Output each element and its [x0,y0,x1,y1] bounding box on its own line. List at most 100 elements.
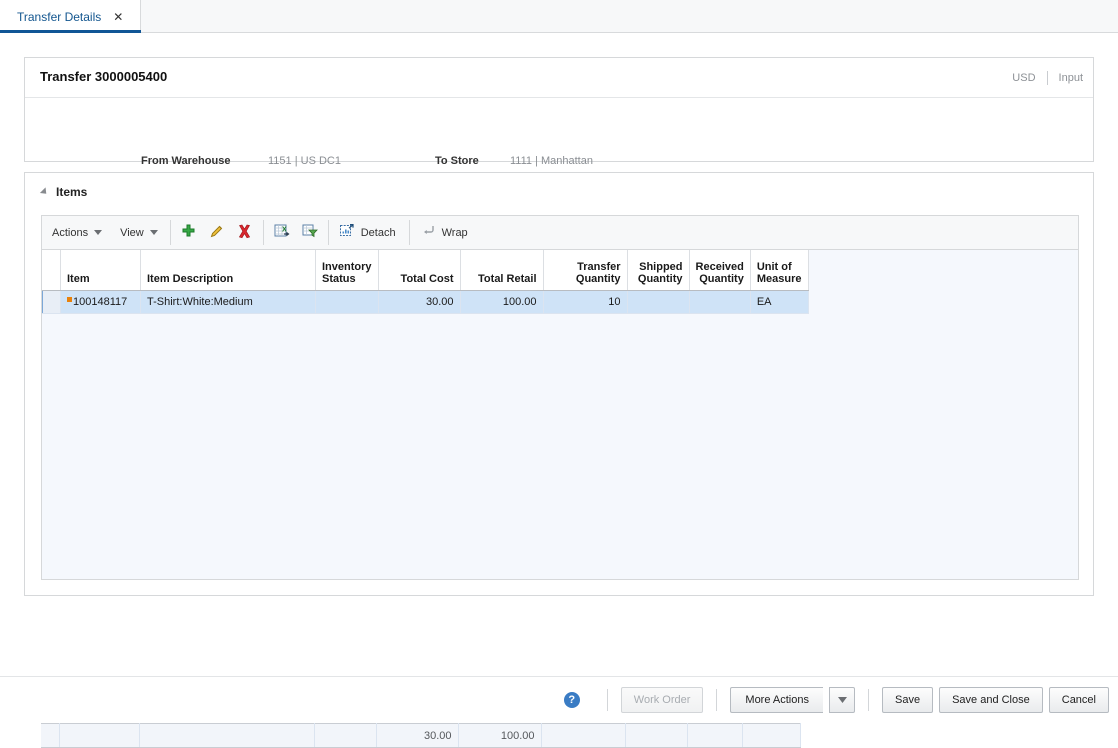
currency-value: USD [1012,72,1036,84]
from-warehouse-value: 1151 | US DC1 [268,155,341,167]
table-cell[interactable]: 30.00 [378,290,461,314]
items-grid-totals: 30.00 100.00 [41,723,1079,748]
save-button[interactable]: Save [882,686,934,713]
column-header[interactable]: Received Quantity [689,250,751,291]
chevron-down-icon [94,230,103,235]
meta-divider [1046,71,1048,85]
totals-cell [541,723,626,748]
totals-row: 30.00 100.00 [41,723,801,748]
actions-menu[interactable]: Actions [42,216,110,249]
totals-cell [314,723,377,748]
cancel-button[interactable]: Cancel [1048,686,1109,713]
items-toolbar: Actions View X Detach Wrap [41,215,1079,250]
table-cell[interactable]: 100148117 [60,290,141,314]
svg-text:X: X [282,227,287,234]
transfer-header-fields: From Warehouse 1151 | US DC1 To Store 11… [25,98,1093,167]
triangle-expanded-icon[interactable] [39,187,50,197]
table-header-row: Item Item Description Inventory Status Tota… [42,250,809,291]
tab-bar: Transfer Details ✕ [0,0,1118,33]
query-by-example-icon [302,223,318,242]
totals-cell: 30.00 [376,723,459,748]
footer-divider [606,688,608,711]
from-warehouse-label: From Warehouse [141,155,231,167]
wrap-button[interactable]: Wrap [414,220,477,246]
column-header[interactable]: Shipped Quantity [627,250,690,291]
header-meta: USD Input [1012,71,1083,85]
totals-cell [59,723,140,748]
more-actions-split-button: More Actions [730,686,855,713]
tab-label: Transfer Details [17,9,102,24]
footer-button-bar: ? Work Order More Actions Save Save and … [0,676,1118,722]
table-row[interactable]: 100148117 T-Shirt:White:Medium 30.00 100.00… [42,289,809,314]
column-header[interactable]: Item Description [140,250,316,291]
table-cell[interactable]: EA [750,290,809,314]
close-icon[interactable]: ✕ [113,11,123,23]
column-header[interactable]: Transfer Quantity [543,250,628,291]
add-row-button[interactable] [175,220,203,246]
column-header[interactable]: Item [60,250,141,291]
view-menu-label: View [120,226,144,239]
transfer-header-title-row: Transfer 3000005400 USD Input [25,58,1093,98]
save-and-close-button[interactable]: Save and Close [939,686,1043,713]
changed-marker-icon [67,296,72,302]
work-order-button[interactable]: Work Order [620,686,704,713]
items-panel: Items Actions View X Detach Wrap Item It… [24,172,1094,748]
column-header[interactable]: Inventory Status [315,250,379,291]
totals-select-cell [41,723,60,748]
table-cell[interactable]: T-Shirt:White:Medium [140,290,316,314]
items-section-title: Items [56,185,88,199]
table-cell[interactable]: 100.00 [460,290,544,314]
footer-divider [716,688,718,711]
to-store-value: 1111 | Manhattan [510,155,593,167]
toolbar-divider [408,220,410,245]
detach-icon [339,223,355,242]
items-grid: Item Item Description Inventory Status Tota… [41,250,1079,580]
pencil-icon [209,224,224,242]
detach-label: Detach [360,226,396,239]
export-to-excel-icon: X [274,223,290,242]
table-cell[interactable] [627,290,690,314]
table-cell[interactable] [315,290,379,314]
wrap-label: Wrap [441,226,468,239]
more-actions-button[interactable]: More Actions [730,686,823,713]
column-header[interactable]: Total Retail [460,250,544,291]
toolbar-divider [169,220,171,245]
view-menu[interactable]: View [110,216,166,249]
row-select-header [42,250,61,291]
export-to-excel-button[interactable]: X [268,220,296,246]
totals-cell [139,723,315,748]
chevron-down-icon [837,694,847,706]
delete-row-button[interactable] [231,220,259,246]
totals-table: 30.00 100.00 [41,723,801,748]
items-section-header: Items [25,173,1093,211]
totals-cell: 100.00 [458,723,542,748]
wrap-icon [420,223,436,242]
help-icon[interactable]: ? [563,691,580,708]
column-header[interactable]: Total Cost [378,250,461,291]
page-title: Transfer 3000005400 [40,69,168,84]
row-select-cell[interactable] [42,289,61,314]
column-header[interactable]: Unit of Measure [750,250,809,291]
table-cell[interactable] [689,290,751,314]
toolbar-divider [327,220,329,245]
totals-cell [687,723,743,748]
tab-transfer-details[interactable]: Transfer Details ✕ [0,0,141,33]
tab-active-underline [0,30,141,33]
more-actions-dropdown-arrow[interactable] [829,686,855,713]
detach-button[interactable]: Detach [333,220,405,246]
plus-icon [181,224,196,242]
to-store-label: To Store [435,155,479,167]
query-by-example-button[interactable] [296,220,324,246]
actions-menu-label: Actions [52,226,89,239]
edit-row-button[interactable] [203,220,231,246]
totals-cell [625,723,688,748]
table-cell[interactable]: 10 [543,290,628,314]
chevron-down-icon [149,230,158,235]
toolbar-divider [262,220,264,245]
items-table: Item Item Description Inventory Status Tota… [42,250,809,314]
delete-x-icon [237,224,252,242]
cost-basis-value: Input [1058,72,1083,84]
footer-divider [868,688,869,711]
transfer-header-panel: Transfer 3000005400 USD Input From Wareh… [24,57,1094,167]
totals-cell [742,723,801,748]
